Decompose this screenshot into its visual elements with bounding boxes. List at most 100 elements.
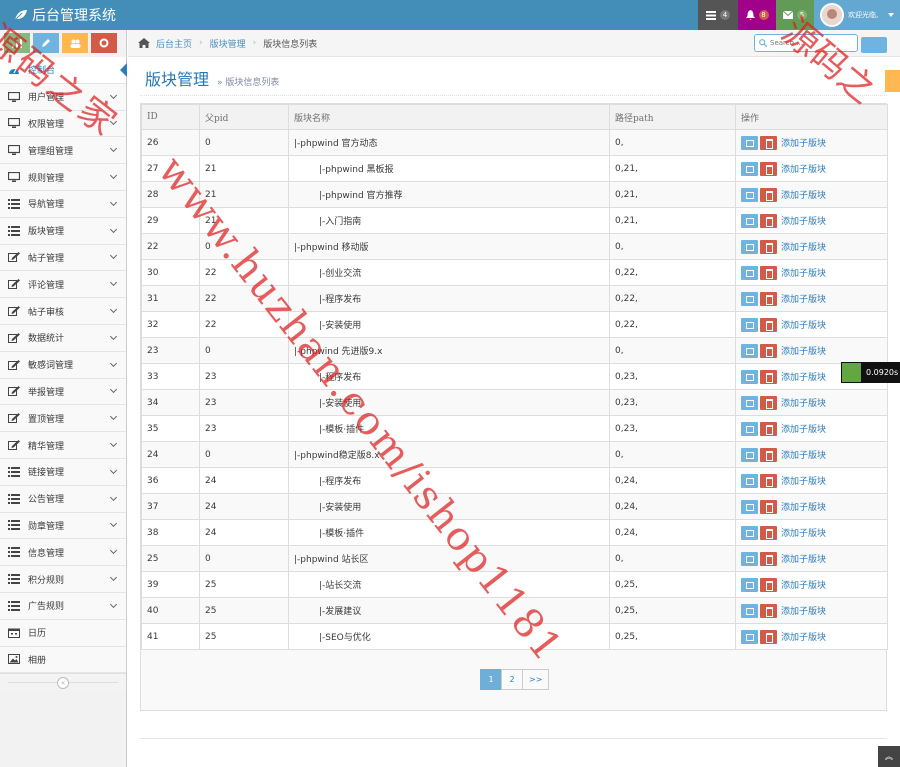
edit-button[interactable]	[741, 604, 758, 618]
delete-button[interactable]	[760, 188, 777, 202]
sidebar-item[interactable]: 用户管理	[0, 84, 126, 111]
sidebar-item[interactable]: 帖子审核	[0, 298, 126, 325]
edit-button[interactable]	[741, 396, 758, 410]
delete-button[interactable]	[760, 630, 777, 644]
delete-button[interactable]	[760, 370, 777, 384]
edit-button[interactable]	[741, 188, 758, 202]
delete-button[interactable]	[760, 214, 777, 228]
sidebar-item[interactable]: 置顶管理	[0, 405, 126, 432]
debug-timer[interactable]: 0.0920s	[841, 362, 900, 383]
sidebar-item[interactable]: 控制台	[0, 57, 126, 84]
add-child-link[interactable]: 添加子版块	[781, 318, 826, 331]
sidebar-item[interactable]: 敏感词管理	[0, 352, 126, 379]
delete-button[interactable]	[760, 422, 777, 436]
add-child-link[interactable]: 添加子版块	[781, 214, 826, 227]
edit-button[interactable]	[741, 344, 758, 358]
breadcrumb-home-link[interactable]: 后台主页	[156, 37, 192, 50]
breadcrumb-section-link[interactable]: 版块管理	[210, 37, 246, 50]
scroll-top-button[interactable]: ︽	[878, 746, 900, 767]
add-child-link[interactable]: 添加子版块	[781, 292, 826, 305]
column-header-id[interactable]: ID	[142, 105, 200, 130]
add-child-link[interactable]: 添加子版块	[781, 630, 826, 643]
sidebar-item[interactable]: 相册	[0, 647, 126, 674]
edit-button[interactable]	[741, 474, 758, 488]
delete-button[interactable]	[760, 266, 777, 280]
sidebar-item[interactable]: 版块管理	[0, 218, 126, 245]
add-child-link[interactable]: 添加子版块	[781, 500, 826, 513]
sidebar-item[interactable]: 公告管理	[0, 486, 126, 513]
shortcut-chart-button[interactable]	[4, 33, 30, 53]
edit-button[interactable]	[741, 448, 758, 462]
edit-button[interactable]	[741, 318, 758, 332]
shortcut-group-button[interactable]	[62, 33, 88, 53]
add-child-link[interactable]: 添加子版块	[781, 552, 826, 565]
column-header-pid[interactable]: 父pid	[200, 105, 289, 130]
edit-button[interactable]	[741, 240, 758, 254]
shortcut-edit-button[interactable]	[33, 33, 59, 53]
sidebar-item[interactable]: 举报管理	[0, 379, 126, 406]
delete-button[interactable]	[760, 162, 777, 176]
column-header-name[interactable]: 版块名称	[289, 105, 610, 130]
sidebar-collapse[interactable]: «	[0, 673, 126, 691]
search-input[interactable]	[770, 39, 850, 47]
add-child-link[interactable]: 添加子版块	[781, 240, 826, 253]
edit-button[interactable]	[741, 630, 758, 644]
edit-button[interactable]	[741, 500, 758, 514]
sidebar-item[interactable]: 广告规则	[0, 593, 126, 620]
add-child-link[interactable]: 添加子版块	[781, 344, 826, 357]
delete-button[interactable]	[760, 604, 777, 618]
edit-button[interactable]	[741, 136, 758, 150]
next-page-button[interactable]: >>	[522, 669, 549, 690]
delete-button[interactable]	[760, 552, 777, 566]
add-child-link[interactable]: 添加子版块	[781, 188, 826, 201]
add-child-link[interactable]: 添加子版块	[781, 396, 826, 409]
sidebar-item[interactable]: 精华管理	[0, 432, 126, 459]
settings-tab[interactable]	[885, 70, 900, 92]
delete-button[interactable]	[760, 500, 777, 514]
sidebar-item[interactable]: 评论管理	[0, 271, 126, 298]
edit-button[interactable]	[741, 526, 758, 540]
delete-button[interactable]	[760, 396, 777, 410]
edit-button[interactable]	[741, 578, 758, 592]
sidebar-item[interactable]: 链接管理	[0, 459, 126, 486]
page-button[interactable]: 2	[501, 669, 523, 690]
add-child-link[interactable]: 添加子版块	[781, 370, 826, 383]
delete-button[interactable]	[760, 578, 777, 592]
add-child-link[interactable]: 添加子版块	[781, 578, 826, 591]
messages-button[interactable]: 5	[776, 0, 814, 30]
edit-button[interactable]	[741, 370, 758, 384]
add-child-link[interactable]: 添加子版块	[781, 526, 826, 539]
shortcut-settings-button[interactable]	[91, 33, 117, 53]
double-angle-left-icon[interactable]: «	[57, 677, 69, 689]
page-button[interactable]: 1	[480, 669, 502, 690]
tasks-button[interactable]: 4	[698, 0, 738, 30]
edit-button[interactable]	[741, 266, 758, 280]
delete-button[interactable]	[760, 136, 777, 150]
add-child-link[interactable]: 添加子版块	[781, 448, 826, 461]
notifications-button[interactable]: 8	[738, 0, 776, 30]
delete-button[interactable]	[760, 292, 777, 306]
sidebar-item[interactable]: 日历	[0, 620, 126, 647]
edit-button[interactable]	[741, 162, 758, 176]
sidebar-item[interactable]: 规则管理	[0, 164, 126, 191]
delete-button[interactable]	[760, 240, 777, 254]
sidebar-item[interactable]: 权限管理	[0, 111, 126, 138]
column-header-path[interactable]: 路径path	[610, 105, 736, 130]
edit-button[interactable]	[741, 292, 758, 306]
add-child-link[interactable]: 添加子版块	[781, 162, 826, 175]
add-child-link[interactable]: 添加子版块	[781, 604, 826, 617]
sidebar-item[interactable]: 信息管理	[0, 539, 126, 566]
sidebar-item[interactable]: 导航管理	[0, 191, 126, 218]
edit-button[interactable]	[741, 422, 758, 436]
delete-button[interactable]	[760, 526, 777, 540]
sidebar-item[interactable]: 管理组管理	[0, 137, 126, 164]
add-child-link[interactable]: 添加子版块	[781, 136, 826, 149]
sidebar-item[interactable]: 数据统计	[0, 325, 126, 352]
brand[interactable]: 后台管理系统	[14, 5, 116, 25]
sidebar-item[interactable]: 帖子管理	[0, 245, 126, 272]
user-menu[interactable]: 欢迎光临,	[814, 0, 900, 30]
sidebar-item[interactable]: 勋章管理	[0, 513, 126, 540]
add-child-link[interactable]: 添加子版块	[781, 266, 826, 279]
add-child-link[interactable]: 添加子版块	[781, 422, 826, 435]
delete-button[interactable]	[760, 318, 777, 332]
